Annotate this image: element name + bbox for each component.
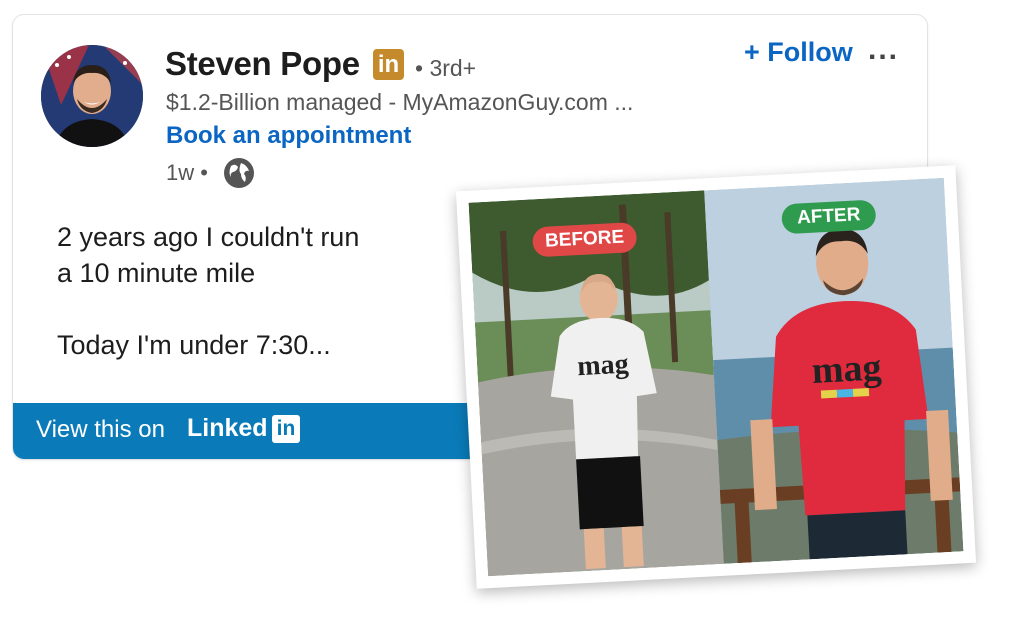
- author-name[interactable]: Steven Pope: [165, 45, 360, 83]
- view-on-text: View this on: [36, 416, 165, 443]
- before-label: BEFORE: [531, 221, 638, 258]
- more-options-button[interactable]: ...: [868, 33, 899, 67]
- connection-degree: • 3rd+: [415, 55, 477, 81]
- post-line: a 10 minute mile: [57, 258, 256, 288]
- shirt-logo-after: mag: [811, 346, 883, 392]
- post-body: 2 years ago I couldn't run a 10 minute m…: [57, 219, 359, 363]
- post-line: Today I'm under 7:30...: [57, 330, 331, 360]
- after-label: AFTER: [781, 199, 877, 235]
- avatar-image: [41, 45, 143, 147]
- post-line: 2 years ago I couldn't run: [57, 222, 360, 252]
- follow-button[interactable]: + Follow: [744, 37, 853, 68]
- post-timestamp: 1w •: [166, 160, 208, 185]
- photo-image: mag mag BEFORE AFTER: [468, 177, 964, 577]
- linkedin-logo-word: Linked: [187, 414, 268, 442]
- globe-icon: [224, 158, 254, 188]
- shirt-logo-before: mag: [576, 349, 629, 383]
- linkedin-premium-icon: in: [373, 49, 404, 80]
- book-appointment-link[interactable]: Book an appointment: [166, 122, 411, 150]
- linkedin-logo-icon: in: [272, 415, 300, 443]
- before-after-photo: mag mag BEFORE AFTER: [455, 165, 977, 589]
- author-headline: $1.2-Billion managed - MyAmazonGuy.com .…: [166, 89, 634, 115]
- author-avatar[interactable]: [41, 45, 143, 147]
